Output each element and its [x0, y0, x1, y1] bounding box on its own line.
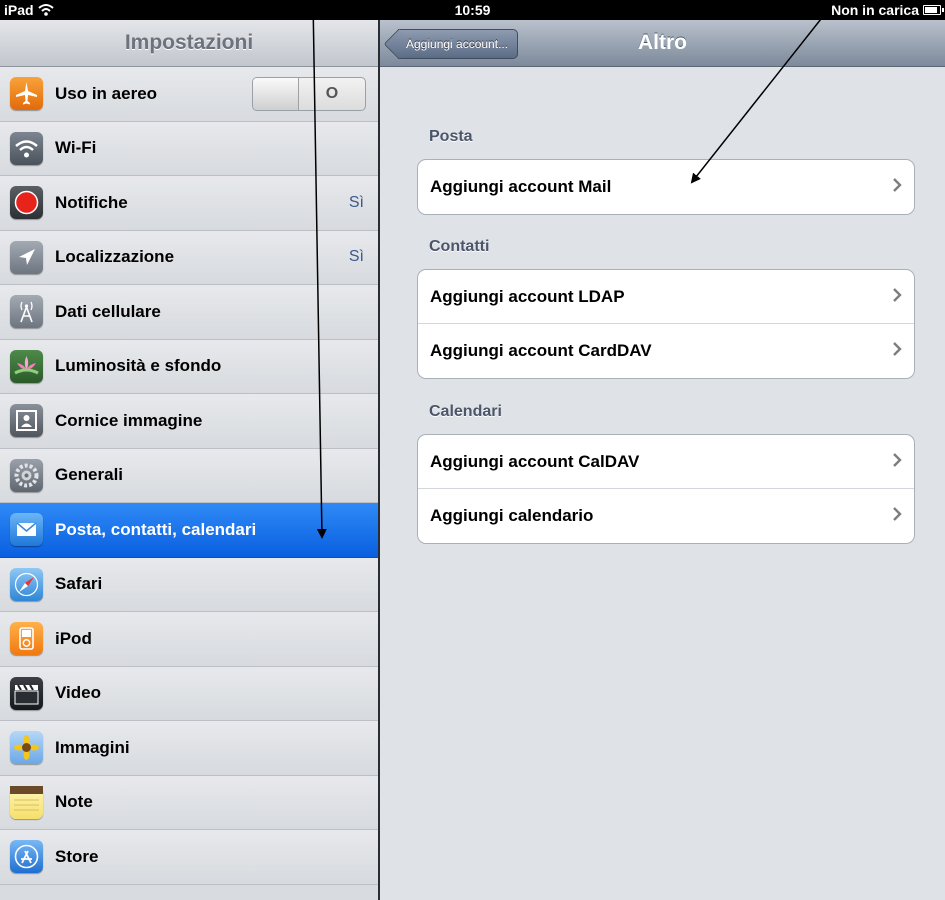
- sidebar-item-photos[interactable]: Immagini: [0, 721, 378, 776]
- brightness-wallpaper-icon: [10, 349, 43, 383]
- sidebar-item-general[interactable]: Generali: [0, 448, 378, 503]
- group-contacts: Aggiungi account LDAP Aggiungi account C…: [417, 269, 915, 379]
- sidebar-item-picture-frame[interactable]: Cornice immagine: [0, 394, 378, 449]
- sidebar-title: Impostazioni: [0, 20, 378, 67]
- sidebar-item-safari[interactable]: Safari: [0, 557, 378, 612]
- group-calendars: Aggiungi account CalDAV Aggiungi calenda…: [417, 434, 915, 544]
- section-header-mail: Posta: [429, 128, 473, 145]
- row-add-calendar[interactable]: Aggiungi calendario: [418, 489, 914, 543]
- detail-pane: Aggiungi account... Altro Posta Aggiungi…: [380, 20, 945, 900]
- sidebar-item-label: Uso in aereo: [55, 83, 158, 103]
- row-label: Aggiungi calendario: [430, 506, 594, 525]
- sidebar-item-value: Sì: [348, 193, 364, 211]
- app-store-icon: [10, 840, 43, 874]
- sidebar-item-video[interactable]: Video: [0, 666, 378, 721]
- row-add-mail-account[interactable]: Aggiungi account Mail: [418, 160, 914, 214]
- notifications-icon: [10, 186, 43, 220]
- sidebar-item-notes[interactable]: Note: [0, 775, 378, 830]
- row-add-ldap-account[interactable]: Aggiungi account LDAP: [418, 270, 914, 324]
- detail-title: Altro: [638, 31, 687, 54]
- row-label: Aggiungi account CalDAV: [430, 451, 640, 471]
- general-gear-icon: [10, 458, 43, 492]
- photos-sunflower-icon: [10, 731, 43, 765]
- sidebar-item-cellular-data[interactable]: Dati cellulare: [0, 285, 378, 340]
- row-add-caldav-account[interactable]: Aggiungi account CalDAV: [418, 435, 914, 489]
- cellular-data-icon: [10, 295, 43, 329]
- chevron-right-icon: [893, 342, 902, 356]
- sidebar-item-label: Video: [55, 683, 101, 703]
- sidebar-item-location[interactable]: Localizzazione Sì: [0, 230, 378, 285]
- detail-navbar: Aggiungi account... Altro: [380, 20, 945, 67]
- sidebar-item-label: Posta, contatti, calendari: [55, 519, 257, 539]
- sidebar-item-ipod[interactable]: iPod: [0, 612, 378, 667]
- notes-icon: [10, 785, 43, 819]
- sidebar-item-store[interactable]: Store: [0, 830, 378, 885]
- toggle-knob: [253, 78, 299, 110]
- sidebar-item-label: iPod: [55, 628, 92, 648]
- settings-list: Uso in aereo O Wi-Fi Notifiche Sì Locali…: [0, 67, 378, 885]
- section-header-contacts: Contatti: [429, 238, 490, 255]
- sidebar-item-label: Dati cellulare: [55, 301, 161, 321]
- sidebar-item-label: Wi-Fi: [55, 138, 97, 158]
- row-label: Aggiungi account Mail: [430, 177, 612, 196]
- sidebar-item-label: Luminosità e sfondo: [55, 356, 222, 376]
- sidebar-item-notifications[interactable]: Notifiche Sì: [0, 176, 378, 231]
- status-bar: iPad 10:59 Non in carica: [0, 0, 945, 20]
- airplane-mode-toggle[interactable]: O: [252, 77, 366, 111]
- sidebar-item-label: Localizzazione: [55, 247, 175, 267]
- sidebar-item-label: Generali: [55, 465, 124, 485]
- clock: 10:59: [454, 2, 491, 18]
- sidebar-item-label: Safari: [55, 574, 103, 594]
- row-label: Aggiungi account LDAP: [430, 286, 625, 306]
- video-clapper-icon: [10, 676, 43, 710]
- chevron-right-icon: [893, 288, 902, 302]
- battery-status-text: Non in carica: [831, 2, 919, 18]
- sidebar-item-value: Sì: [348, 248, 364, 266]
- picture-frame-icon: [10, 404, 43, 438]
- sidebar-item-label: Immagini: [55, 737, 130, 757]
- sidebar-item-wifi[interactable]: Wi-Fi: [0, 121, 378, 176]
- mail-icon: [10, 513, 43, 547]
- row-label: Aggiungi account CardDAV: [430, 341, 652, 360]
- location-icon: [10, 240, 43, 274]
- ipod-icon: [10, 622, 43, 656]
- airplane-icon: [10, 77, 43, 111]
- sidebar-item-label: Notifiche: [55, 192, 128, 212]
- toggle-state: O: [325, 85, 339, 102]
- battery-icon: [923, 5, 944, 15]
- chevron-right-icon: [893, 453, 902, 467]
- sidebar-item-mail-contacts-calendars[interactable]: Posta, contatti, calendari: [0, 503, 378, 558]
- chevron-right-icon: [893, 178, 902, 192]
- sidebar-item-label: Note: [55, 792, 93, 812]
- sidebar-item-brightness[interactable]: Luminosità e sfondo: [0, 339, 378, 394]
- row-add-carddav-account[interactable]: Aggiungi account CardDAV: [418, 324, 914, 378]
- sidebar-item-airplane-mode[interactable]: Uso in aereo O: [0, 67, 378, 122]
- section-header-calendars: Calendari: [429, 403, 502, 420]
- settings-sidebar: Impostazioni Uso in aereo O Wi-Fi Notifi…: [0, 20, 378, 900]
- wifi-icon: [10, 131, 43, 165]
- sidebar-item-label: Cornice immagine: [55, 410, 203, 430]
- chevron-right-icon: [893, 507, 902, 521]
- safari-compass-icon: [10, 567, 43, 601]
- group-mail: Aggiungi account Mail: [417, 159, 915, 215]
- sidebar-item-label: Store: [55, 846, 99, 866]
